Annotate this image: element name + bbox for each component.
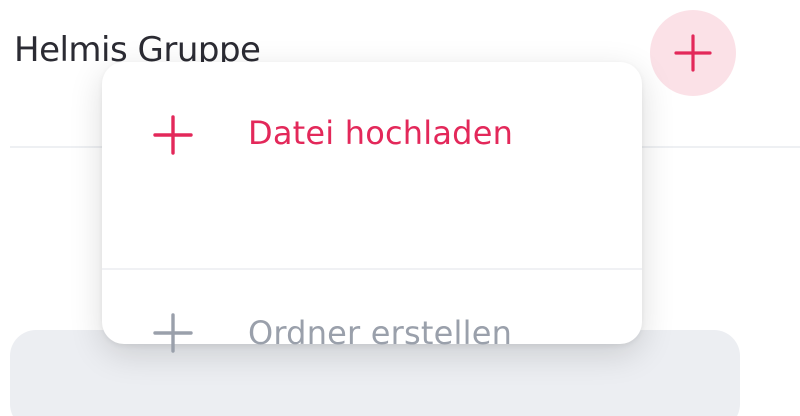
- plus-icon: [153, 313, 193, 353]
- menu-item-upload-file[interactable]: Datei hochladen: [102, 62, 642, 202]
- add-dropdown-menu: Datei hochladen Ordner erstellen: [102, 62, 642, 353]
- menu-item-label: Datei hochladen: [248, 114, 514, 152]
- plus-icon: [674, 34, 712, 72]
- screen: Helmis Gruppe Datei hochladen Ordner ers…: [0, 0, 800, 416]
- menu-item-create-folder[interactable]: Ordner erstellen: [102, 202, 642, 353]
- add-button[interactable]: [650, 10, 736, 96]
- menu-item-label: Ordner erstellen: [248, 314, 513, 352]
- plus-icon: [153, 115, 193, 155]
